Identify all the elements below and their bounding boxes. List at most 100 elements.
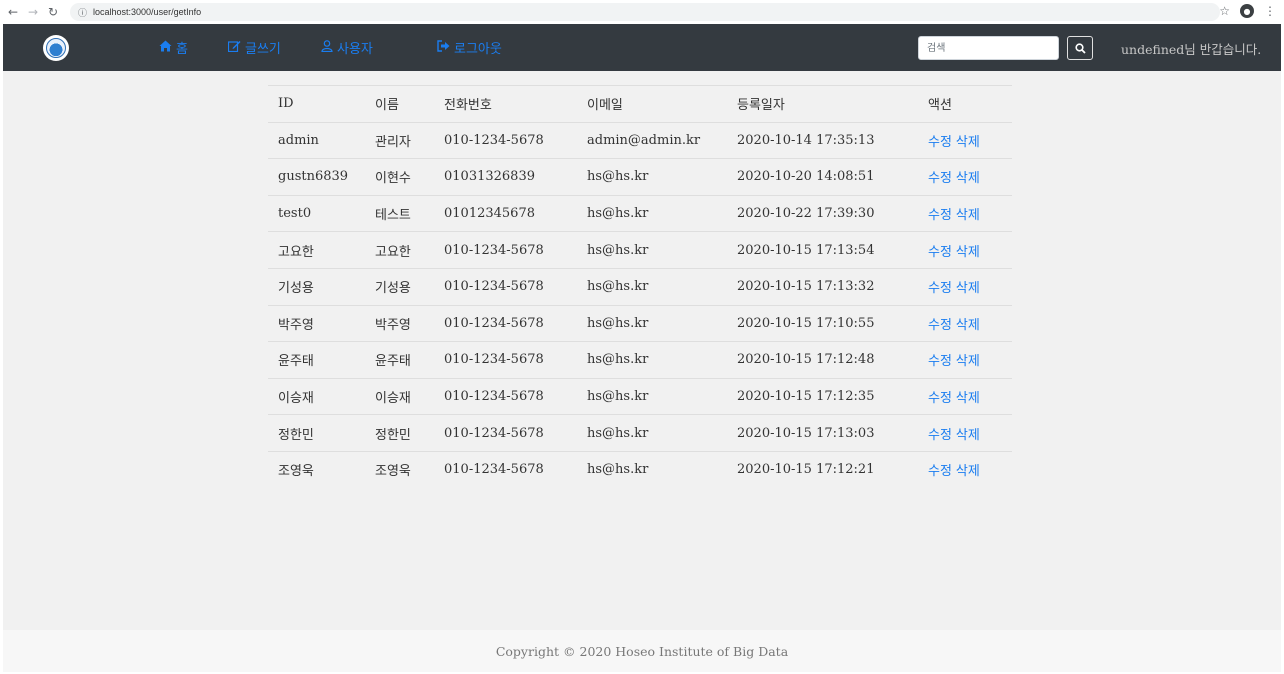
cell-date: 2020-10-15 17:10:55: [727, 304, 918, 342]
edit-link[interactable]: 수정: [928, 245, 952, 260]
table-row: 조영욱 조영욱 010-1234-5678 hs@hs.kr 2020-10-1…: [268, 450, 1012, 489]
header-action: 액션: [918, 85, 1012, 123]
page: 홈 글쓰기 사용자 로그아웃 undefined님 반갑습니다.: [3, 24, 1281, 672]
cell-phone: 01031326839: [434, 158, 577, 196]
cell-name: 이승재: [365, 377, 434, 415]
header-name: 이름: [365, 85, 434, 123]
cell-name: 이현수: [365, 158, 434, 196]
table-row: 기성용 기성용 010-1234-5678 hs@hs.kr 2020-10-1…: [268, 267, 1012, 306]
cell-name: 윤주태: [365, 341, 434, 379]
nav-users[interactable]: 사용자: [321, 38, 373, 57]
header-email: 이메일: [577, 85, 727, 123]
cell-date: 2020-10-15 17:12:35: [727, 377, 918, 415]
nav-write[interactable]: 글쓰기: [227, 38, 281, 57]
cell-id: 정한민: [268, 414, 365, 452]
edit-link[interactable]: 수정: [928, 464, 952, 479]
cell-name: 조영욱: [365, 450, 434, 489]
bookmark-star-icon[interactable]: ☆: [1219, 4, 1230, 18]
table-row: admin 관리자 010-1234-5678 admin@admin.kr 2…: [268, 121, 1012, 159]
delete-link[interactable]: 삭제: [956, 245, 980, 260]
edit-link[interactable]: 수정: [928, 171, 952, 186]
footer: Copyright © 2020 Hoseo Institute of Big …: [3, 630, 1281, 672]
delete-link[interactable]: 삭제: [956, 171, 980, 186]
cell-phone: 010-1234-5678: [434, 414, 577, 452]
cell-date: 2020-10-22 17:39:30: [727, 194, 918, 232]
back-arrow-icon[interactable]: ←: [6, 5, 20, 19]
cell-date: 2020-10-15 17:13:03: [727, 414, 918, 452]
search-icon: [1074, 42, 1086, 54]
cell-id: 고요한: [268, 231, 365, 269]
cell-date: 2020-10-15 17:12:21: [727, 450, 918, 489]
cell-email: hs@hs.kr: [577, 377, 727, 415]
cell-name: 테스트: [365, 194, 434, 232]
edit-link[interactable]: 수정: [928, 391, 952, 406]
cell-actions: 수정 삭제: [918, 121, 1012, 159]
cell-email: hs@hs.kr: [577, 450, 727, 489]
delete-link[interactable]: 삭제: [956, 354, 980, 369]
edit-link[interactable]: 수정: [928, 428, 952, 443]
user-table: ID 이름 전화번호 이메일 등록일자 액션 admin 관리자 010-123…: [268, 85, 1012, 489]
account-icon[interactable]: ●: [1240, 4, 1254, 18]
cell-phone: 010-1234-5678: [434, 377, 577, 415]
cell-email: hs@hs.kr: [577, 414, 727, 452]
cell-date: 2020-10-15 17:13:54: [727, 231, 918, 269]
reload-icon[interactable]: ↻: [46, 5, 60, 19]
cell-actions: 수정 삭제: [918, 450, 1012, 489]
edit-link[interactable]: 수정: [928, 318, 952, 333]
delete-link[interactable]: 삭제: [956, 428, 980, 443]
search-button[interactable]: [1067, 36, 1093, 60]
cell-email: hs@hs.kr: [577, 304, 727, 342]
cell-actions: 수정 삭제: [918, 194, 1012, 232]
table-row: 고요한 고요한 010-1234-5678 hs@hs.kr 2020-10-1…: [268, 231, 1012, 269]
delete-link[interactable]: 삭제: [956, 464, 980, 479]
edit-link[interactable]: 수정: [928, 135, 952, 150]
navbar: 홈 글쓰기 사용자 로그아웃 undefined님 반갑습니다.: [3, 24, 1281, 71]
nav-write-label: 글쓰기: [245, 42, 281, 57]
delete-link[interactable]: 삭제: [956, 318, 980, 333]
cell-id: test0: [268, 194, 365, 232]
cell-date: 2020-10-14 17:35:13: [727, 121, 918, 159]
table-row: 박주영 박주영 010-1234-5678 hs@hs.kr 2020-10-1…: [268, 304, 1012, 342]
nav-home[interactable]: 홈: [159, 38, 188, 57]
cell-actions: 수정 삭제: [918, 231, 1012, 269]
cell-email: hs@hs.kr: [577, 341, 727, 379]
header-date: 등록일자: [727, 85, 918, 123]
address-bar[interactable]: ⓘ localhost:3000/user/getInfo: [70, 3, 1220, 21]
cell-phone: 010-1234-5678: [434, 450, 577, 489]
nav-logout[interactable]: 로그아웃: [437, 38, 502, 57]
nav-logout-label: 로그아웃: [454, 42, 502, 57]
delete-link[interactable]: 삭제: [956, 281, 980, 296]
forward-arrow-icon[interactable]: →: [26, 5, 40, 19]
search-input[interactable]: [918, 36, 1059, 60]
header-phone: 전화번호: [434, 85, 577, 123]
cell-id: 박주영: [268, 304, 365, 342]
info-icon[interactable]: ⓘ: [78, 6, 87, 19]
edit-link[interactable]: 수정: [928, 354, 952, 369]
user-icon: [321, 40, 333, 55]
cell-actions: 수정 삭제: [918, 158, 1012, 196]
nav-home-label: 홈: [176, 42, 188, 57]
browser-menu-icon[interactable]: ⋮: [1264, 4, 1276, 18]
cell-name: 박주영: [365, 304, 434, 342]
cell-id: admin: [268, 121, 365, 159]
cell-phone: 010-1234-5678: [434, 121, 577, 159]
cell-date: 2020-10-15 17:12:48: [727, 341, 918, 379]
cell-email: hs@hs.kr: [577, 267, 727, 306]
edit-link[interactable]: 수정: [928, 208, 952, 223]
nav-users-label: 사용자: [337, 42, 373, 57]
cell-name: 고요한: [365, 231, 434, 269]
table-row: gustn6839 이현수 01031326839 hs@hs.kr 2020-…: [268, 158, 1012, 196]
edit-link[interactable]: 수정: [928, 281, 952, 296]
cell-phone: 010-1234-5678: [434, 267, 577, 306]
cell-actions: 수정 삭제: [918, 267, 1012, 306]
delete-link[interactable]: 삭제: [956, 135, 980, 150]
brand-logo[interactable]: [43, 35, 69, 61]
delete-link[interactable]: 삭제: [956, 208, 980, 223]
delete-link[interactable]: 삭제: [956, 391, 980, 406]
cell-email: hs@hs.kr: [577, 158, 727, 196]
cell-date: 2020-10-20 14:08:51: [727, 158, 918, 196]
footer-copyright: Copyright © 2020 Hoseo Institute of Big …: [495, 643, 789, 659]
cell-email: hs@hs.kr: [577, 231, 727, 269]
cell-email: hs@hs.kr: [577, 194, 727, 232]
cell-phone: 01012345678: [434, 194, 577, 232]
